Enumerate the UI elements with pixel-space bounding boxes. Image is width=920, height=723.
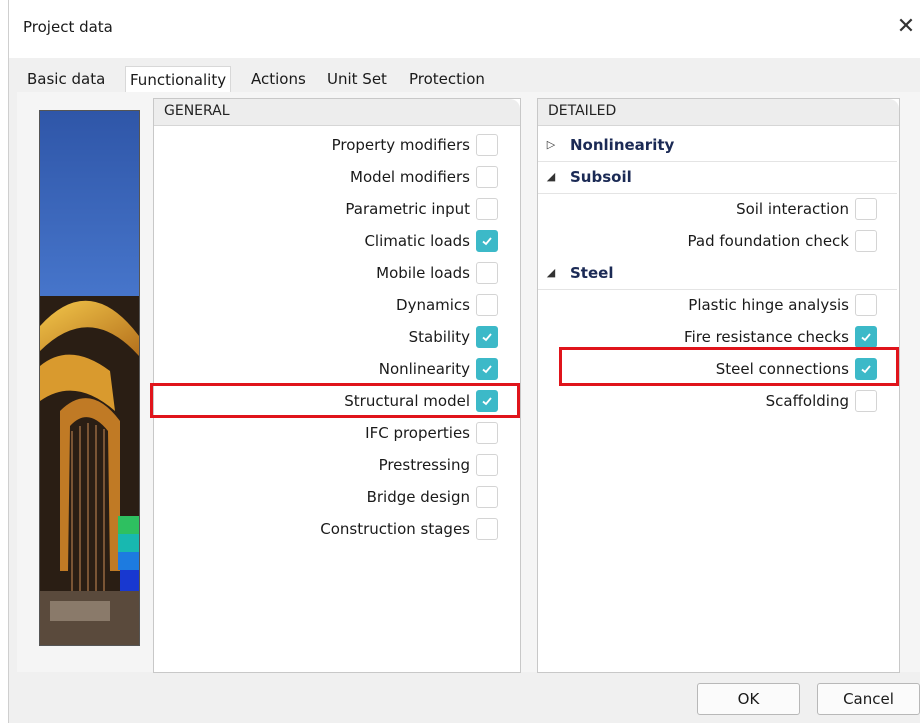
scaffolding-checkbox[interactable] xyxy=(855,390,877,412)
option-row-dynamics: Dynamics xyxy=(154,291,520,321)
parametric-input-checkbox[interactable] xyxy=(476,198,498,220)
tab-functionality[interactable]: Functionality xyxy=(125,66,232,94)
option-row-property-modifiers: Property modifiers xyxy=(154,131,520,161)
option-row-pad-foundation-check: Pad foundation check xyxy=(538,227,899,257)
option-label: Structural model xyxy=(344,392,470,410)
option-label: Dynamics xyxy=(396,296,470,314)
dynamics-checkbox[interactable] xyxy=(476,294,498,316)
title-bar: Project data ✕ xyxy=(9,0,920,58)
close-icon[interactable]: ✕ xyxy=(893,14,919,40)
model-modifiers-checkbox[interactable] xyxy=(476,166,498,188)
tab-unit-set[interactable]: Unit Set xyxy=(323,66,391,92)
option-label: Property modifiers xyxy=(331,136,470,154)
general-panel: GENERAL Property modifiers Model modifier… xyxy=(153,98,521,673)
option-label: Scaffolding xyxy=(765,392,849,410)
fire-resistance-checks-checkbox[interactable] xyxy=(855,326,877,348)
expanded-arrow-icon[interactable]: ◢ xyxy=(544,170,558,183)
option-label: Nonlinearity xyxy=(378,360,470,378)
project-illustration-image xyxy=(39,110,140,646)
option-row-fire-resistance-checks: Fire resistance checks xyxy=(538,323,899,353)
option-row-parametric-input: Parametric input xyxy=(154,195,520,225)
expanded-arrow-icon[interactable]: ◢ xyxy=(544,266,558,279)
construction-stages-checkbox[interactable] xyxy=(476,518,498,540)
option-label: IFC properties xyxy=(365,424,470,442)
option-label: Bridge design xyxy=(366,488,470,506)
option-row-ifc-properties: IFC properties xyxy=(154,419,520,449)
nonlinearity-checkbox[interactable] xyxy=(476,358,498,380)
option-label: Fire resistance checks xyxy=(684,328,849,346)
structural-model-checkbox[interactable] xyxy=(476,390,498,412)
climatic-loads-checkbox[interactable] xyxy=(476,230,498,252)
collapsed-arrow-icon[interactable]: ▷ xyxy=(544,138,558,151)
plastic-hinge-analysis-checkbox[interactable] xyxy=(855,294,877,316)
detailed-header-label: DETAILED xyxy=(548,103,617,119)
section-steel[interactable]: ◢ Steel xyxy=(538,259,897,290)
general-header-label: GENERAL xyxy=(164,103,230,119)
bridge-design-checkbox[interactable] xyxy=(476,486,498,508)
option-label: Mobile loads xyxy=(376,264,470,282)
tab-protection[interactable]: Protection xyxy=(405,66,489,92)
option-label: Prestressing xyxy=(378,456,470,474)
tab-actions[interactable]: Actions xyxy=(247,66,310,92)
ifc-properties-checkbox[interactable] xyxy=(476,422,498,444)
stability-checkbox[interactable] xyxy=(476,326,498,348)
dialog-title: Project data xyxy=(23,18,113,36)
soil-interaction-checkbox[interactable] xyxy=(855,198,877,220)
option-row-plastic-hinge-analysis: Plastic hinge analysis xyxy=(538,291,899,321)
steel-connections-checkbox[interactable] xyxy=(855,358,877,380)
option-label: Soil interaction xyxy=(736,200,849,218)
section-title: Subsoil xyxy=(570,168,632,186)
option-row-nonlinearity: Nonlinearity xyxy=(154,355,520,385)
option-label: Model modifiers xyxy=(350,168,470,186)
option-row-soil-interaction: Soil interaction xyxy=(538,195,899,225)
option-label: Plastic hinge analysis xyxy=(688,296,849,314)
option-row-stability: Stability xyxy=(154,323,520,353)
tab-strip: Basic data Functionality Actions Unit Se… xyxy=(9,66,920,94)
option-row-bridge-design: Bridge design xyxy=(154,483,520,513)
section-nonlinearity[interactable]: ▷ Nonlinearity xyxy=(538,131,897,162)
ok-button[interactable]: OK xyxy=(697,683,800,715)
mobile-loads-checkbox[interactable] xyxy=(476,262,498,284)
section-title: Nonlinearity xyxy=(570,136,675,154)
pad-foundation-check-checkbox[interactable] xyxy=(855,230,877,252)
detailed-panel: DETAILED ▷ Nonlinearity ◢ Subsoil Soil inter… xyxy=(537,98,900,673)
property-modifiers-checkbox[interactable] xyxy=(476,134,498,156)
option-row-scaffolding: Scaffolding xyxy=(538,387,899,417)
option-label: Climatic loads xyxy=(364,232,470,250)
option-label: Parametric input xyxy=(345,200,470,218)
general-panel-header: GENERAL xyxy=(154,99,520,126)
option-row-structural-model: Structural model xyxy=(154,387,520,417)
option-label: Pad foundation check xyxy=(687,232,849,250)
option-row-steel-connections: Steel connections xyxy=(538,355,899,385)
prestressing-checkbox[interactable] xyxy=(476,454,498,476)
option-row-climatic-loads: Climatic loads xyxy=(154,227,520,257)
section-title: Steel xyxy=(570,264,614,282)
section-subsoil[interactable]: ◢ Subsoil xyxy=(538,163,897,194)
option-label: Construction stages xyxy=(320,520,470,538)
cancel-button[interactable]: Cancel xyxy=(817,683,920,715)
option-label: Steel connections xyxy=(715,360,849,378)
option-row-construction-stages: Construction stages xyxy=(154,515,520,545)
option-label: Stability xyxy=(408,328,470,346)
option-row-mobile-loads: Mobile loads xyxy=(154,259,520,289)
tab-basic-data[interactable]: Basic data xyxy=(23,66,109,92)
project-data-dialog: Project data ✕ Basic data Functionality … xyxy=(8,0,920,723)
option-row-model-modifiers: Model modifiers xyxy=(154,163,520,193)
option-row-prestressing: Prestressing xyxy=(154,451,520,481)
detailed-panel-header: DETAILED xyxy=(538,99,899,126)
